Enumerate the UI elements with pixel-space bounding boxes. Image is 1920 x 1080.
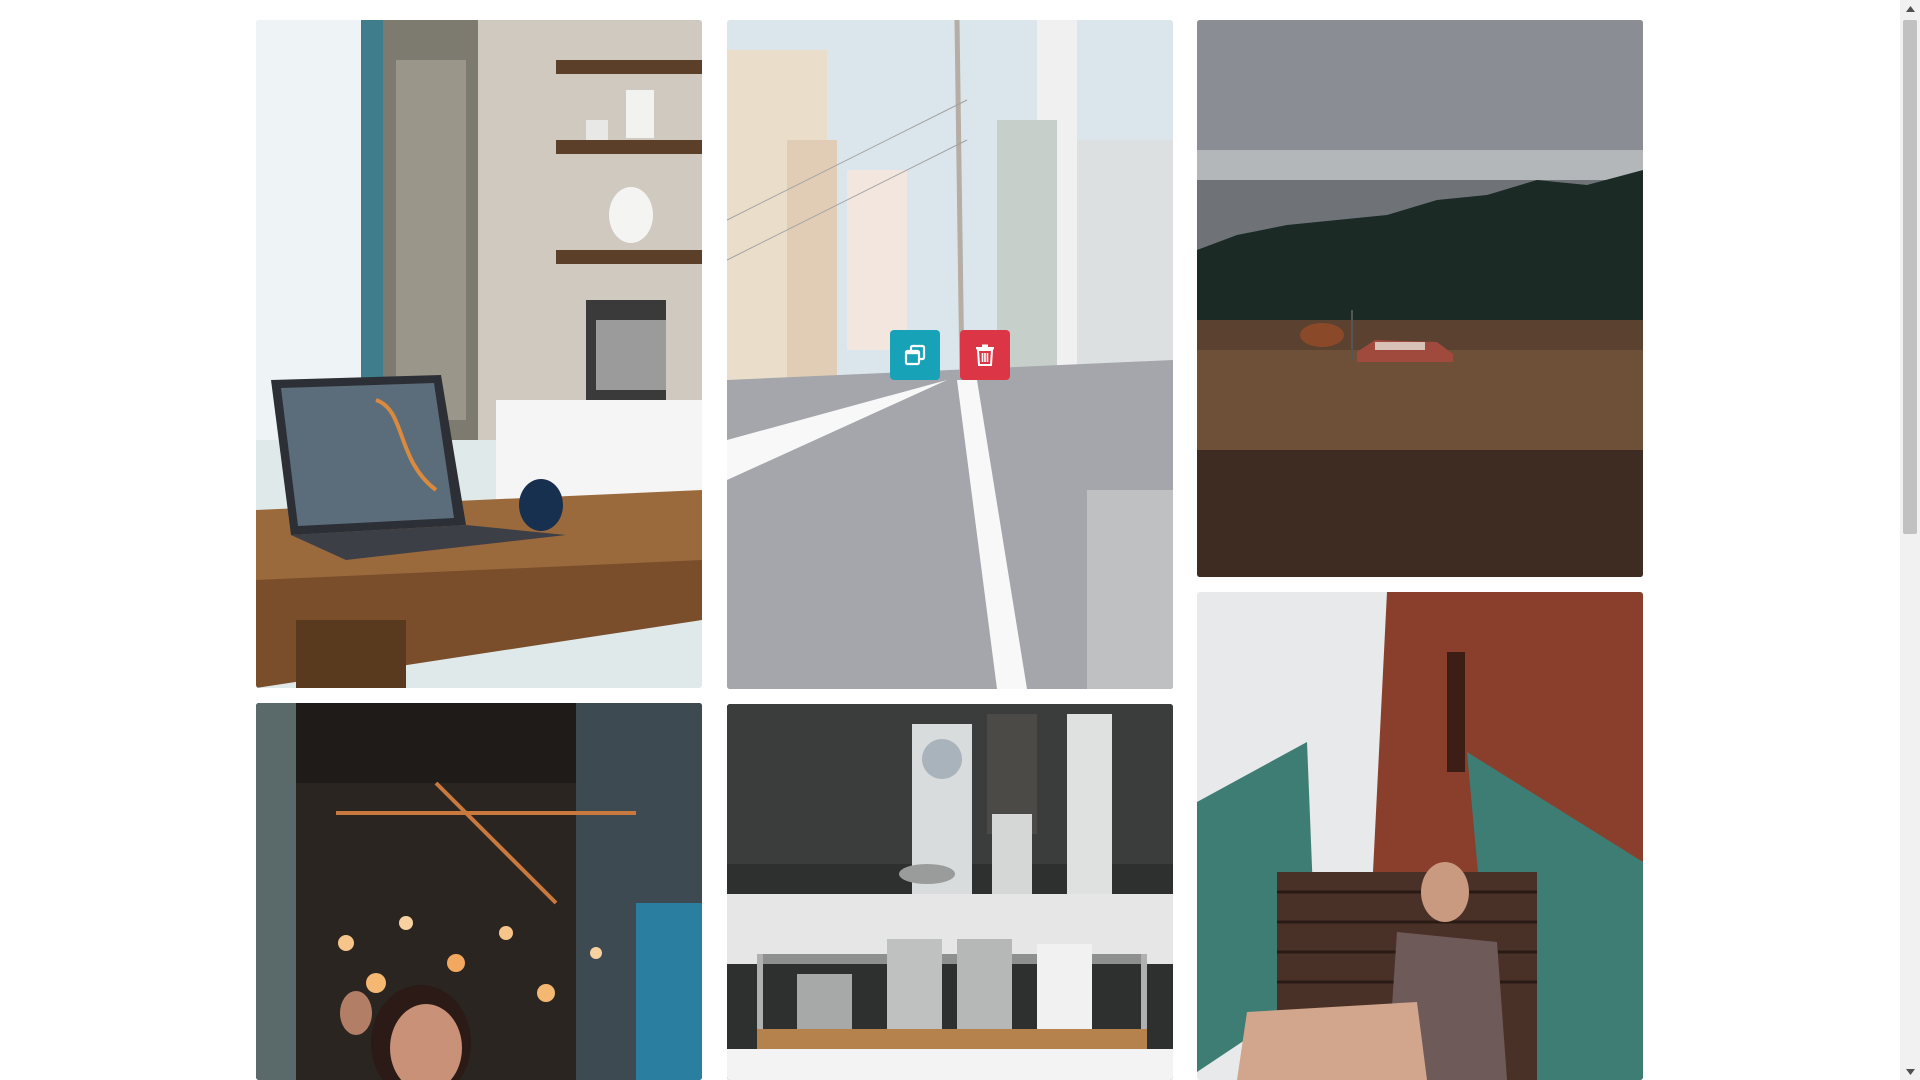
gallery-photo-forest[interactable] [1197, 20, 1643, 577]
photo-bar-image [256, 703, 702, 1080]
delete-photo-button[interactable] [960, 329, 1010, 380]
photo-forest-image [1197, 20, 1643, 577]
scrollbar-thumb[interactable] [1903, 20, 1917, 534]
clone-icon [904, 344, 926, 365]
scroll-down-arrow-icon[interactable] [1900, 1063, 1920, 1080]
gallery-photo-coffee[interactable] [727, 704, 1173, 1080]
scroll-up-arrow-icon[interactable] [1900, 0, 1920, 17]
gallery-photo-stairs[interactable] [1197, 592, 1643, 1080]
trash-icon [976, 344, 994, 366]
photo-coffee-image [727, 704, 1173, 1080]
photo-hover-overlay [727, 20, 1173, 689]
gallery-photo-laptop[interactable] [256, 20, 702, 688]
photo-stairs-image [1197, 592, 1643, 1080]
gallery-photo-bar[interactable] [256, 703, 702, 1080]
gallery-photo-street[interactable] [727, 20, 1173, 689]
photo-laptop-image [256, 20, 702, 688]
photo-gallery [0, 0, 1900, 1080]
vertical-scrollbar[interactable] [1900, 0, 1920, 1080]
view-photo-button[interactable] [890, 329, 940, 380]
